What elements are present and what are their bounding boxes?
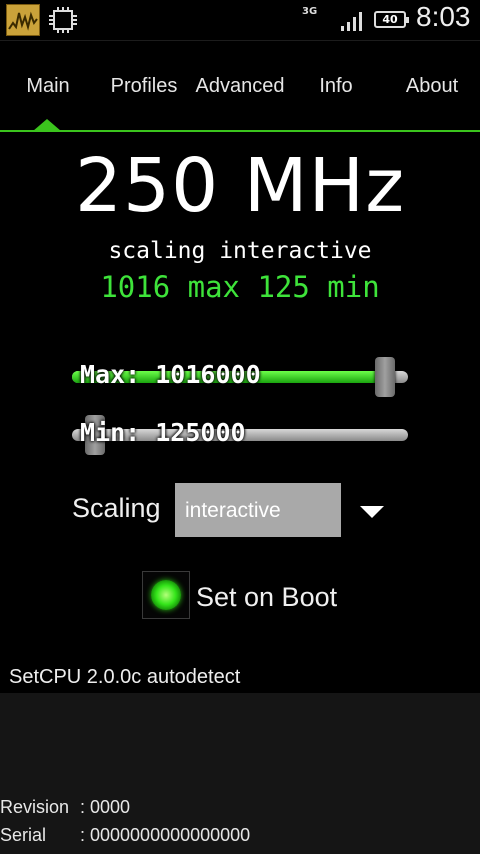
status-time: 8:03	[416, 1, 471, 32]
scaling-governor-text: scaling interactive	[108, 238, 372, 264]
info-row-serial-value: : 0000000000000000	[80, 825, 251, 845]
info-row-revision-key: Revision	[0, 797, 70, 817]
setcpu-app-icon	[6, 4, 40, 36]
network-type: 3G	[302, 6, 318, 17]
max-slider-thumb[interactable]	[375, 357, 395, 397]
scaling-label: Scaling	[72, 493, 161, 523]
min-slider-label: Min: 125000	[80, 418, 246, 447]
signal-icon	[340, 10, 364, 32]
set-on-boot-checkbox[interactable]	[142, 571, 190, 619]
tab-bar: Main Profiles Advanced Info About	[0, 41, 480, 133]
status-bar: 3G 40 8:03	[0, 0, 480, 41]
checkbox-indicator-icon	[151, 580, 181, 610]
cpu-chip-icon	[48, 6, 78, 34]
chevron-down-icon[interactable]	[360, 506, 384, 518]
max-slider-label: Max: 1016000	[80, 360, 261, 389]
battery-icon: 40	[374, 11, 409, 28]
set-on-boot-label[interactable]: Set on Boot	[196, 582, 337, 613]
tab-advanced[interactable]: Advanced	[192, 75, 288, 98]
min-max-text: 1016 max 125 min	[100, 270, 380, 304]
info-row-serial-key: Serial	[0, 825, 47, 845]
current-frequency: 250 MHz	[74, 143, 406, 229]
scaling-governor-select[interactable]: interactive	[175, 483, 341, 537]
device-info-panel: Revision : 0000 Serial : 000000000000000…	[0, 693, 480, 854]
tab-main[interactable]: Main	[0, 75, 96, 98]
tab-profiles[interactable]: Profiles	[96, 75, 192, 98]
tab-about[interactable]: About	[384, 75, 480, 98]
tab-divider	[0, 130, 480, 132]
info-row-revision-value: : 0000	[80, 797, 131, 817]
battery-level: 40	[382, 13, 398, 26]
version-text: SetCPU 2.0.0c autodetect	[9, 666, 241, 688]
tab-info[interactable]: Info	[288, 75, 384, 98]
